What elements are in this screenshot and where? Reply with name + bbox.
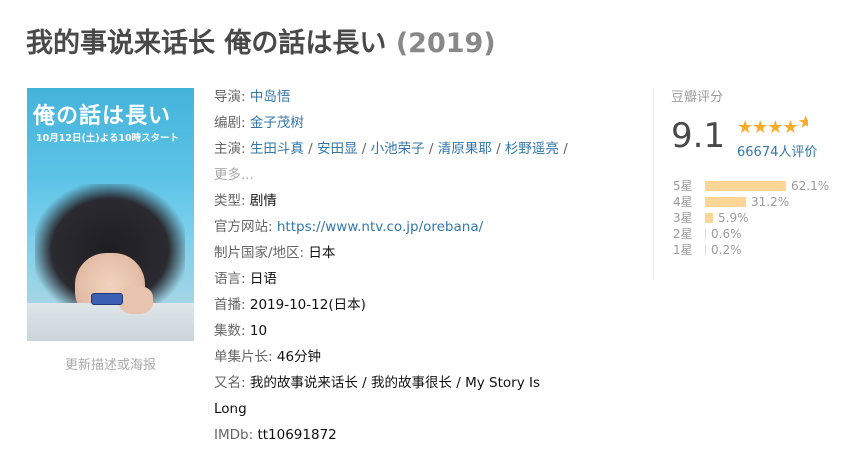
rating-bar — [705, 213, 713, 223]
episodes-value: 10 — [249, 323, 268, 339]
star-full-icon: ★ — [782, 117, 798, 138]
update-description-link[interactable]: 更新描述或海报 — [27, 354, 194, 373]
director-label: 导演: — [214, 89, 246, 105]
premiere-row: 首播: 2019-10-12(日本) — [214, 294, 366, 316]
writer-label: 编剧: — [214, 115, 246, 131]
cast-separator: / — [357, 141, 371, 157]
premiere-label: 首播: — [214, 297, 246, 313]
aka-label: 又名: — [214, 375, 246, 391]
episodes-row: 集数: 10 — [214, 320, 267, 342]
star-full-icon: ★ — [767, 117, 783, 138]
rating-bar — [705, 197, 746, 207]
episodes-label: 集数: — [214, 323, 246, 339]
director-row: 导演: 中岛悟 — [214, 86, 290, 108]
star-full-icon: ★ — [752, 117, 768, 138]
poster-title-text: 俺の話は長い — [33, 104, 172, 129]
poster-hand-shape — [119, 286, 153, 314]
writer-link[interactable]: 金子茂树 — [250, 115, 304, 131]
cast-row: 主演: 生田斗真 / 安田显 / 小池荣子 / 清原果耶 / 杉野遥亮 / — [214, 138, 568, 160]
rating-bar — [705, 229, 706, 239]
rating-row-label: 5星 — [673, 179, 693, 193]
country-row: 制片国家/地区: 日本 — [214, 242, 335, 264]
poster-shirt-shape — [27, 303, 194, 341]
imdb-row: IMDb: tt10691872 — [214, 424, 337, 446]
rating-row-label: 1星 — [673, 243, 693, 257]
rating-votes-link[interactable]: 66674人评价 — [737, 141, 817, 160]
poster-image[interactable]: 俺の話は長い 10月12日(土)よる10時スタート — [27, 88, 194, 341]
genre-label: 类型: — [214, 193, 246, 209]
cast-more-link[interactable]: 更多... — [214, 167, 254, 183]
cast-more-row: 更多... — [214, 164, 254, 186]
language-value: 日语 — [249, 271, 277, 287]
genre-value: 剧情 — [249, 193, 277, 209]
aka-value-line1: 我的故事说来话长 / 我的故事很长 / My Story Is — [249, 375, 541, 391]
page-title: 我的事说来话长 俺の話は長い (2019) — [26, 26, 496, 62]
rating-stars-icon: ★★★★★ — [737, 112, 808, 138]
runtime-value: 46分钟 — [276, 349, 322, 365]
rating-row-label: 3星 — [673, 211, 693, 225]
rating-bar — [705, 245, 706, 255]
star-half-icon: ★ — [797, 112, 808, 133]
cast-link-5[interactable]: 杉野遥亮 — [505, 141, 559, 157]
rating-bar — [705, 181, 786, 191]
language-label: 语言: — [214, 271, 246, 287]
cast-separator: / — [491, 141, 505, 157]
language-row: 语言: 日语 — [214, 268, 277, 290]
cast-link-1[interactable]: 生田斗真 — [250, 141, 304, 157]
aka-value-line2: Long — [214, 401, 247, 417]
director-link[interactable]: 中岛悟 — [250, 89, 291, 105]
cast-separator: / — [303, 141, 317, 157]
rating-percent: 5.9% — [718, 211, 749, 225]
imdb-label: IMDb: — [214, 427, 254, 443]
cast-separator: / — [424, 141, 438, 157]
website-link[interactable]: https://www.ntv.co.jp/orebana/ — [277, 219, 483, 235]
rating-percent: 0.6% — [711, 227, 742, 241]
aka-row: 又名: 我的故事说来话长 / 我的故事很长 / My Story Is — [214, 372, 540, 394]
cast-separator: / — [558, 141, 568, 157]
title-year: (2019) — [395, 28, 496, 59]
cast-link-3[interactable]: 小池荣子 — [371, 141, 425, 157]
genre-row: 类型: 剧情 — [214, 190, 277, 212]
imdb-value: tt10691872 — [257, 427, 337, 443]
writer-row: 编剧: 金子茂树 — [214, 112, 304, 134]
aka-continued-row: Long — [214, 398, 247, 420]
rating-row-label: 2星 — [673, 227, 693, 241]
vertical-divider — [653, 88, 654, 280]
rating-percent: 0.2% — [711, 243, 742, 257]
rating-title: 豆瓣评分 — [671, 90, 724, 105]
runtime-label: 单集片长: — [214, 349, 273, 365]
cast-link-2[interactable]: 安田显 — [317, 141, 358, 157]
website-row: 官方网站: https://www.ntv.co.jp/orebana/ — [214, 216, 483, 238]
premiere-value: 2019-10-12(日本) — [249, 297, 366, 313]
rating-percent: 62.1% — [791, 179, 830, 193]
runtime-row: 单集片长: 46分钟 — [214, 346, 321, 368]
website-label: 官方网站: — [214, 219, 273, 235]
country-value: 日本 — [308, 245, 336, 261]
rating-row-label: 4星 — [673, 195, 693, 209]
cast-link-4[interactable]: 清原果耶 — [438, 141, 492, 157]
poster-harmonica-shape — [91, 293, 123, 305]
rating-percent: 31.2% — [751, 195, 790, 209]
cast-label: 主演: — [214, 141, 246, 157]
star-full-icon: ★ — [737, 117, 753, 138]
country-label: 制片国家/地区: — [214, 245, 305, 261]
title-main: 我的事说来话长 俺の話は長い — [26, 28, 387, 59]
rating-score: 9.1 — [671, 116, 726, 156]
poster-subtitle-text: 10月12日(土)よる10時スタート — [36, 133, 180, 144]
